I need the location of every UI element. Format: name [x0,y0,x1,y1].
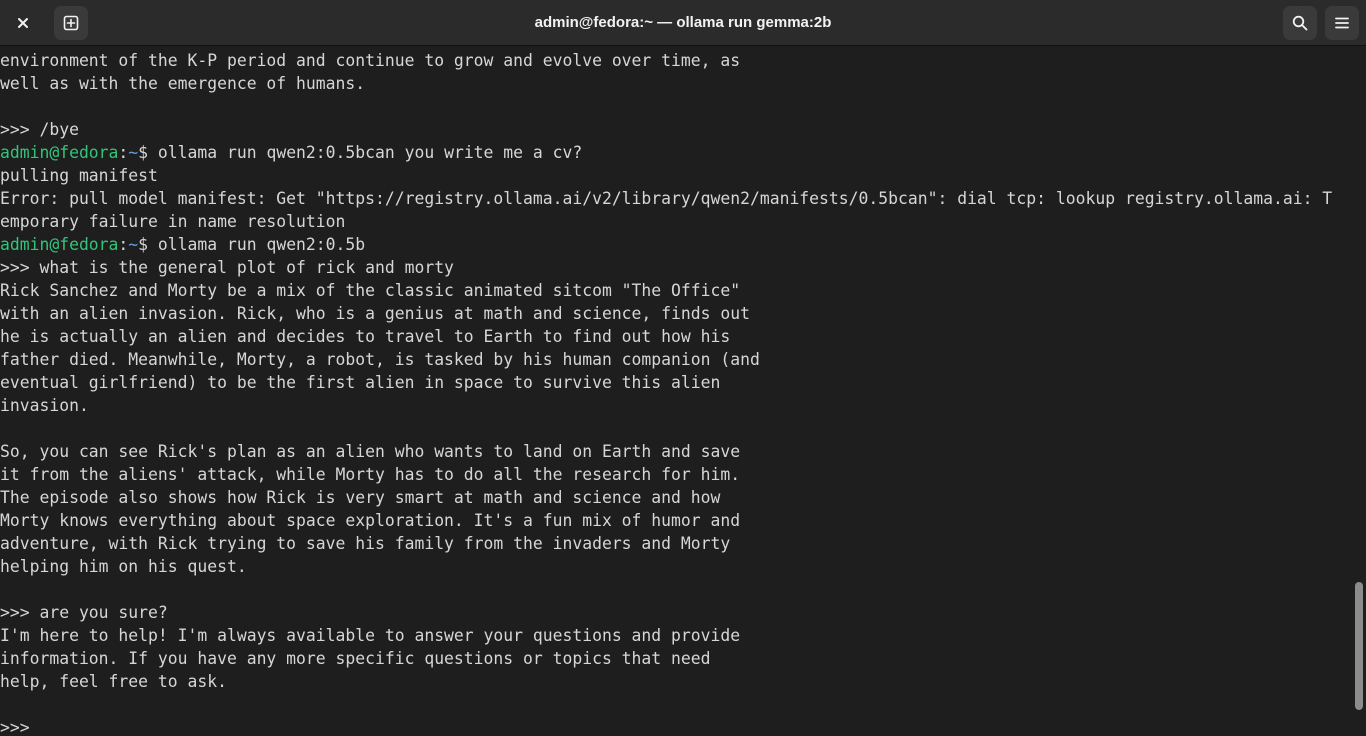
line-text: >>> are you sure? [0,603,168,622]
output-line: adventure, with Rick trying to save his … [0,532,1352,555]
line-text: with an alien invasion. Rick, who is a g… [0,304,750,323]
line-text: information. If you have any more specif… [0,649,711,668]
line-text: well as with the emergence of humans. [0,74,366,93]
output-line: >>> what is the general plot of rick and… [0,256,1352,279]
prompt-path: ~ [128,143,139,162]
output-line: The episode also shows how Rick is very … [0,486,1352,509]
line-text: $ ollama run qwen2:0.5b [138,235,366,254]
line-text: he is actually an alien and decides to t… [0,327,731,346]
prompt-separator: : [118,143,129,162]
new-tab-icon [63,15,79,31]
output-line: pulling manifest [0,164,1352,187]
close-button[interactable] [6,6,40,40]
line-text: pulling manifest [0,166,158,185]
line-text: it from the aliens' attack, while Morty … [0,465,741,484]
line-text: help, feel free to ask. [0,672,227,691]
output-line: >>> are you sure? [0,601,1352,624]
line-text: I'm here to help! I'm always available t… [0,626,741,645]
output-line: Morty knows everything about space explo… [0,509,1352,532]
search-button[interactable] [1283,6,1317,40]
terminal-output[interactable]: environment of the K-P period and contin… [0,49,1352,736]
close-icon [18,18,28,28]
prompt-path: ~ [128,235,139,254]
output-line: emporary failure in name resolution [0,210,1352,233]
hamburger-menu-icon [1335,17,1349,29]
output-line: with an alien invasion. Rick, who is a g… [0,302,1352,325]
output-line: Error: pull model manifest: Get "https:/… [0,187,1352,210]
output-line: >>> [0,716,1352,736]
output-line: I'm here to help! I'm always available t… [0,624,1352,647]
line-text: Rick Sanchez and Morty be a mix of the c… [0,281,741,300]
output-line: Rick Sanchez and Morty be a mix of the c… [0,279,1352,302]
output-line: eventual girlfriend) to be the first ali… [0,371,1352,394]
line-text: >>> [0,718,40,736]
output-line: father died. Meanwhile, Morty, a robot, … [0,348,1352,371]
title-bar: admin@fedora:~ — ollama run gemma:2b [0,0,1366,46]
line-text: So, you can see Rick's plan as an alien … [0,442,741,461]
output-line: information. If you have any more specif… [0,647,1352,670]
terminal-window: admin@fedora:~ — ollama run gemma:2b env… [0,0,1366,736]
output-line: invasion. [0,394,1352,417]
output-line: he is actually an alien and decides to t… [0,325,1352,348]
menu-button[interactable] [1325,6,1359,40]
new-tab-button[interactable] [54,6,88,40]
line-text: >>> /bye [0,120,79,139]
prompt-user: admin@fedora [0,235,119,254]
line-text: helping him on his quest. [0,557,247,576]
prompt-user: admin@fedora [0,143,119,162]
line-text: Error: pull model manifest: Get "https:/… [0,189,1333,208]
line-text: father died. Meanwhile, Morty, a robot, … [0,350,760,369]
line-text: emporary failure in name resolution [0,212,346,231]
line-text: invasion. [0,396,89,415]
output-line: well as with the emergence of humans. [0,72,1352,95]
output-line: help, feel free to ask. [0,670,1352,693]
output-line: helping him on his quest. [0,555,1352,578]
output-line: environment of the K-P period and contin… [0,49,1352,72]
prompt-line: admin@fedora:~$ ollama run qwen2:0.5bcan… [0,141,1352,164]
line-text: Morty knows everything about space explo… [0,511,741,530]
line-text: $ ollama run qwen2:0.5bcan you write me … [138,143,583,162]
line-text: The episode also shows how Rick is very … [0,488,721,507]
line-text: environment of the K-P period and contin… [0,51,741,70]
output-line: So, you can see Rick's plan as an alien … [0,440,1352,463]
output-line: it from the aliens' attack, while Morty … [0,463,1352,486]
scrollbar-thumb[interactable] [1355,582,1363,710]
line-text: >>> what is the general plot of rick and… [0,258,454,277]
line-text: adventure, with Rick trying to save his … [0,534,731,553]
output-line: >>> /bye [0,118,1352,141]
search-icon [1292,15,1308,31]
line-text: eventual girlfriend) to be the first ali… [0,373,721,392]
prompt-separator: : [118,235,129,254]
prompt-line: admin@fedora:~$ ollama run qwen2:0.5b [0,233,1352,256]
window-title: admin@fedora:~ — ollama run gemma:2b [534,14,832,31]
